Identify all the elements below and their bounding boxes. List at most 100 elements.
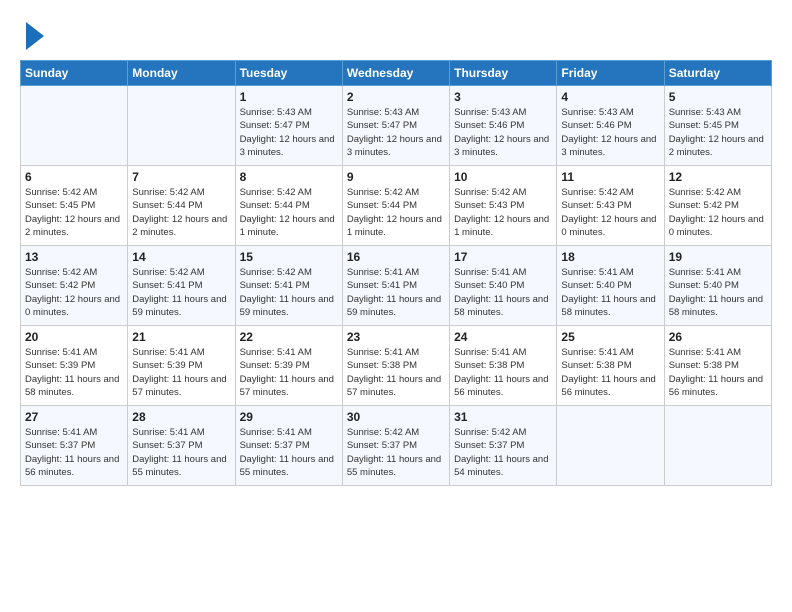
calendar-cell: 11 Sunrise: 5:42 AMSunset: 5:43 PMDayligh… bbox=[557, 166, 664, 246]
calendar-cell: 9 Sunrise: 5:42 AMSunset: 5:44 PMDaylight… bbox=[342, 166, 449, 246]
calendar-cell: 22 Sunrise: 5:41 AMSunset: 5:39 PMDayligh… bbox=[235, 326, 342, 406]
day-number: 2 bbox=[347, 90, 445, 104]
header-day: Sunday bbox=[21, 61, 128, 86]
day-number: 9 bbox=[347, 170, 445, 184]
day-detail: Sunrise: 5:42 AMSunset: 5:44 PMDaylight:… bbox=[132, 186, 230, 239]
day-detail: Sunrise: 5:42 AMSunset: 5:41 PMDaylight:… bbox=[132, 266, 230, 319]
day-detail: Sunrise: 5:42 AMSunset: 5:44 PMDaylight:… bbox=[347, 186, 445, 239]
day-detail: Sunrise: 5:41 AMSunset: 5:37 PMDaylight:… bbox=[132, 426, 230, 479]
day-number: 7 bbox=[132, 170, 230, 184]
calendar-cell: 21 Sunrise: 5:41 AMSunset: 5:39 PMDayligh… bbox=[128, 326, 235, 406]
day-detail: Sunrise: 5:41 AMSunset: 5:38 PMDaylight:… bbox=[454, 346, 552, 399]
day-number: 16 bbox=[347, 250, 445, 264]
calendar-week: 20Sunrise: 5:41 AMSunset: 5:39 PMDayligh… bbox=[21, 326, 772, 406]
calendar-week: 27 Sunrise: 5:41 AMSunset: 5:37 PMDayligh… bbox=[21, 406, 772, 486]
day-detail: Sunrise: 5:41 AMSunset: 5:38 PMDaylight:… bbox=[561, 346, 659, 399]
header-day: Thursday bbox=[450, 61, 557, 86]
day-detail: Sunrise: 5:41 AMSunset: 5:41 PMDaylight:… bbox=[347, 266, 445, 319]
calendar-cell: 30 Sunrise: 5:42 AMSunset: 5:37 PMDayligh… bbox=[342, 406, 449, 486]
day-number: 13 bbox=[25, 250, 123, 264]
day-number: 8 bbox=[240, 170, 338, 184]
calendar-cell: 14Sunrise: 5:42 AMSunset: 5:41 PMDayligh… bbox=[128, 246, 235, 326]
day-number: 5 bbox=[669, 90, 767, 104]
day-detail: Sunrise: 5:41 AMSunset: 5:39 PMDaylight:… bbox=[25, 346, 123, 399]
day-number: 30 bbox=[347, 410, 445, 424]
calendar-cell: 19 Sunrise: 5:41 AMSunset: 5:40 PMDayligh… bbox=[664, 246, 771, 326]
calendar-cell: 12Sunrise: 5:42 AMSunset: 5:42 PMDayligh… bbox=[664, 166, 771, 246]
calendar-cell: 13Sunrise: 5:42 AMSunset: 5:42 PMDayligh… bbox=[21, 246, 128, 326]
day-detail: Sunrise: 5:42 AMSunset: 5:45 PMDaylight:… bbox=[25, 186, 123, 239]
calendar-cell: 16 Sunrise: 5:41 AMSunset: 5:41 PMDayligh… bbox=[342, 246, 449, 326]
day-number: 31 bbox=[454, 410, 552, 424]
logo-arrow-icon bbox=[26, 22, 44, 50]
day-number: 19 bbox=[669, 250, 767, 264]
header-day: Saturday bbox=[664, 61, 771, 86]
day-number: 6 bbox=[25, 170, 123, 184]
day-number: 12 bbox=[669, 170, 767, 184]
day-number: 25 bbox=[561, 330, 659, 344]
day-number: 10 bbox=[454, 170, 552, 184]
calendar-cell: 2Sunrise: 5:43 AMSunset: 5:47 PMDaylight… bbox=[342, 86, 449, 166]
calendar-cell bbox=[21, 86, 128, 166]
calendar-cell: 5 Sunrise: 5:43 AMSunset: 5:45 PMDaylight… bbox=[664, 86, 771, 166]
calendar-table: SundayMondayTuesdayWednesdayThursdayFrid… bbox=[20, 60, 772, 486]
calendar-cell bbox=[128, 86, 235, 166]
day-detail: Sunrise: 5:41 AMSunset: 5:40 PMDaylight:… bbox=[454, 266, 552, 319]
header-day: Tuesday bbox=[235, 61, 342, 86]
header-day: Monday bbox=[128, 61, 235, 86]
day-detail: Sunrise: 5:41 AMSunset: 5:39 PMDaylight:… bbox=[132, 346, 230, 399]
day-number: 27 bbox=[25, 410, 123, 424]
calendar-cell: 3Sunrise: 5:43 AMSunset: 5:46 PMDaylight… bbox=[450, 86, 557, 166]
calendar-cell: 4Sunrise: 5:43 AMSunset: 5:46 PMDaylight… bbox=[557, 86, 664, 166]
calendar-cell: 28 Sunrise: 5:41 AMSunset: 5:37 PMDayligh… bbox=[128, 406, 235, 486]
day-detail: Sunrise: 5:43 AMSunset: 5:47 PMDaylight:… bbox=[240, 106, 338, 159]
header bbox=[20, 20, 772, 50]
day-detail: Sunrise: 5:43 AMSunset: 5:46 PMDaylight:… bbox=[561, 106, 659, 159]
day-number: 18 bbox=[561, 250, 659, 264]
day-number: 23 bbox=[347, 330, 445, 344]
header-day: Wednesday bbox=[342, 61, 449, 86]
day-detail: Sunrise: 5:41 AMSunset: 5:39 PMDaylight:… bbox=[240, 346, 338, 399]
day-number: 3 bbox=[454, 90, 552, 104]
day-detail: Sunrise: 5:42 AMSunset: 5:44 PMDaylight:… bbox=[240, 186, 338, 239]
day-number: 29 bbox=[240, 410, 338, 424]
day-detail: Sunrise: 5:42 AMSunset: 5:41 PMDaylight:… bbox=[240, 266, 338, 319]
calendar-cell: 10 Sunrise: 5:42 AMSunset: 5:43 PMDayligh… bbox=[450, 166, 557, 246]
calendar-cell: 29Sunrise: 5:41 AMSunset: 5:37 PMDayligh… bbox=[235, 406, 342, 486]
calendar-cell bbox=[557, 406, 664, 486]
calendar-cell: 23 Sunrise: 5:41 AMSunset: 5:38 PMDayligh… bbox=[342, 326, 449, 406]
day-number: 1 bbox=[240, 90, 338, 104]
day-number: 28 bbox=[132, 410, 230, 424]
day-detail: Sunrise: 5:43 AMSunset: 5:45 PMDaylight:… bbox=[669, 106, 767, 159]
day-detail: Sunrise: 5:42 AMSunset: 5:43 PMDaylight:… bbox=[561, 186, 659, 239]
calendar-cell: 8 Sunrise: 5:42 AMSunset: 5:44 PMDaylight… bbox=[235, 166, 342, 246]
day-number: 26 bbox=[669, 330, 767, 344]
day-number: 21 bbox=[132, 330, 230, 344]
day-number: 15 bbox=[240, 250, 338, 264]
day-detail: Sunrise: 5:41 AMSunset: 5:38 PMDaylight:… bbox=[347, 346, 445, 399]
calendar-cell: 27 Sunrise: 5:41 AMSunset: 5:37 PMDayligh… bbox=[21, 406, 128, 486]
calendar-cell: 31Sunrise: 5:42 AMSunset: 5:37 PMDayligh… bbox=[450, 406, 557, 486]
calendar-cell: 24Sunrise: 5:41 AMSunset: 5:38 PMDayligh… bbox=[450, 326, 557, 406]
day-number: 11 bbox=[561, 170, 659, 184]
calendar-cell: 1 Sunrise: 5:43 AMSunset: 5:47 PMDaylight… bbox=[235, 86, 342, 166]
day-detail: Sunrise: 5:41 AMSunset: 5:40 PMDaylight:… bbox=[669, 266, 767, 319]
day-detail: Sunrise: 5:41 AMSunset: 5:37 PMDaylight:… bbox=[25, 426, 123, 479]
day-detail: Sunrise: 5:41 AMSunset: 5:40 PMDaylight:… bbox=[561, 266, 659, 319]
calendar-cell: 26 Sunrise: 5:41 AMSunset: 5:38 PMDayligh… bbox=[664, 326, 771, 406]
calendar-cell: 15 Sunrise: 5:42 AMSunset: 5:41 PMDayligh… bbox=[235, 246, 342, 326]
day-detail: Sunrise: 5:41 AMSunset: 5:38 PMDaylight:… bbox=[669, 346, 767, 399]
calendar-cell: 25 Sunrise: 5:41 AMSunset: 5:38 PMDayligh… bbox=[557, 326, 664, 406]
calendar-cell bbox=[664, 406, 771, 486]
day-number: 17 bbox=[454, 250, 552, 264]
calendar-cell: 18 Sunrise: 5:41 AMSunset: 5:40 PMDayligh… bbox=[557, 246, 664, 326]
calendar-cell: 7 Sunrise: 5:42 AMSunset: 5:44 PMDaylight… bbox=[128, 166, 235, 246]
day-number: 22 bbox=[240, 330, 338, 344]
day-detail: Sunrise: 5:42 AMSunset: 5:43 PMDaylight:… bbox=[454, 186, 552, 239]
logo bbox=[20, 20, 44, 50]
day-detail: Sunrise: 5:42 AMSunset: 5:37 PMDaylight:… bbox=[347, 426, 445, 479]
calendar-week: 6 Sunrise: 5:42 AMSunset: 5:45 PMDaylight… bbox=[21, 166, 772, 246]
calendar-cell: 20Sunrise: 5:41 AMSunset: 5:39 PMDayligh… bbox=[21, 326, 128, 406]
calendar-cell: 17 Sunrise: 5:41 AMSunset: 5:40 PMDayligh… bbox=[450, 246, 557, 326]
calendar-week: 13Sunrise: 5:42 AMSunset: 5:42 PMDayligh… bbox=[21, 246, 772, 326]
